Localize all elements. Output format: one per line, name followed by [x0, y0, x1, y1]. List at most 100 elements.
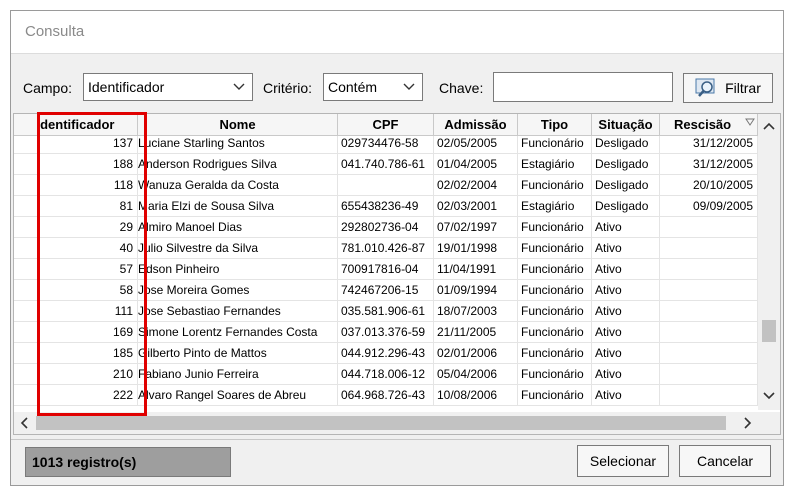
- cell-identificador: 111: [14, 301, 138, 322]
- table-row[interactable]: 58 Jose Moreira Gomes 742467206-15 01/09/19…: [14, 280, 758, 301]
- cell-rescisao: [660, 385, 758, 406]
- cell-nome: Luciane Starling Santos: [138, 136, 338, 154]
- table-row[interactable]: 185 Gilberto Pinto de Mattos 044.912.296-4…: [14, 343, 758, 364]
- cell-identificador: 81: [14, 196, 138, 217]
- cell-tipo: Funcionário: [518, 343, 592, 364]
- cell-admissao: 11/04/1991: [434, 259, 518, 280]
- cell-nome: Maria Elzi de Sousa Silva: [138, 196, 338, 217]
- cell-admissao: 21/11/2005: [434, 322, 518, 343]
- cell-cpf: 044.912.296-43: [338, 343, 434, 364]
- table-row[interactable]: 222 Alvaro Rangel Soares de Abreu 064.968.…: [14, 385, 758, 406]
- table-row[interactable]: 188 Anderson Rodrigues Silva 041.740.786-6…: [14, 154, 758, 175]
- consulta-dialog: Consulta Campo: Identificador Critério: …: [10, 10, 784, 486]
- column-header-tipo[interactable]: Tipo: [518, 114, 592, 135]
- column-header-situacao[interactable]: Situação: [592, 114, 660, 135]
- cell-admissao: 18/07/2003: [434, 301, 518, 322]
- cell-rescisao: [660, 364, 758, 385]
- cell-tipo: Funcionário: [518, 175, 592, 196]
- cell-rescisao: 31/12/2005: [660, 136, 758, 154]
- sort-indicator-icon: [745, 118, 755, 126]
- cell-cpf: 029734476-58: [338, 136, 434, 154]
- divider: [11, 53, 783, 54]
- cell-rescisao: [660, 301, 758, 322]
- cell-tipo: Funcionário: [518, 385, 592, 406]
- grid-rows: 137 Luciane Starling Santos 029734476-58 02…: [14, 136, 758, 406]
- table-row[interactable]: 111 Jose Sebastiao Fernandes 035.581.906-6…: [14, 301, 758, 322]
- table-row[interactable]: 57 Edson Pinheiro 700917816-04 11/04/1991 Fu…: [14, 259, 758, 280]
- cell-situacao: Desligado: [592, 154, 660, 175]
- column-header-rescisao-label: Rescisão: [674, 117, 732, 132]
- cell-identificador: 222: [14, 385, 138, 406]
- cell-identificador: 29: [14, 217, 138, 238]
- campo-select[interactable]: Identificador: [83, 73, 253, 101]
- cell-rescisao: [660, 238, 758, 259]
- chevron-down-icon: [233, 83, 245, 90]
- column-header-admissao[interactable]: Admissão: [434, 114, 518, 135]
- filter-bar: Campo: Identificador Critério: Contém Ch…: [11, 69, 783, 105]
- grid-header: Identificador Nome CPF Admissão Tipo Sit…: [14, 114, 758, 136]
- cell-cpf: 700917816-04: [338, 259, 434, 280]
- results-grid[interactable]: Identificador Nome CPF Admissão Tipo Sit…: [13, 113, 781, 435]
- criterio-label: Critério:: [263, 80, 313, 96]
- chave-input[interactable]: [493, 72, 673, 102]
- cell-situacao: Ativo: [592, 259, 660, 280]
- cell-cpf: [338, 175, 434, 196]
- vertical-scrollbar[interactable]: [758, 114, 780, 410]
- cell-admissao: 02/02/2004: [434, 175, 518, 196]
- cell-identificador: 58: [14, 280, 138, 301]
- cell-situacao: Desligado: [592, 175, 660, 196]
- cell-rescisao: 31/12/2005: [660, 154, 758, 175]
- campo-label: Campo:: [23, 80, 73, 96]
- vertical-scroll-thumb[interactable]: [762, 320, 776, 342]
- table-row[interactable]: 137 Luciane Starling Santos 029734476-58 02…: [14, 136, 758, 154]
- criterio-select[interactable]: Contém: [323, 73, 423, 101]
- cell-nome: Fabiano Junio Ferreira: [138, 364, 338, 385]
- table-row[interactable]: 118 Wanuza Geralda da Costa 02/02/2004 Func…: [14, 175, 758, 196]
- column-header-cpf[interactable]: CPF: [338, 114, 434, 135]
- cell-nome: Simone Lorentz Fernandes Costa: [138, 322, 338, 343]
- column-header-rescisao[interactable]: Rescisão: [660, 114, 758, 135]
- cell-nome: Wanuza Geralda da Costa: [138, 175, 338, 196]
- cell-admissao: 01/04/2005: [434, 154, 518, 175]
- cell-identificador: 57: [14, 259, 138, 280]
- cell-nome: Julio Silvestre da Silva: [138, 238, 338, 259]
- cell-cpf: 035.581.906-61: [338, 301, 434, 322]
- cell-cpf: 742467206-15: [338, 280, 434, 301]
- column-header-identificador[interactable]: Identificador: [14, 114, 138, 135]
- cell-nome: Almiro Manoel Dias: [138, 217, 338, 238]
- cell-admissao: 02/05/2005: [434, 136, 518, 154]
- cell-cpf: 044.718.006-12: [338, 364, 434, 385]
- cell-nome: Anderson Rodrigues Silva: [138, 154, 338, 175]
- table-row[interactable]: 81 Maria Elzi de Sousa Silva 655438236-49 0…: [14, 196, 758, 217]
- chave-label: Chave:: [439, 80, 484, 96]
- criterio-value: Contém: [328, 79, 378, 95]
- table-row[interactable]: 40 Julio Silvestre da Silva 781.010.426-87…: [14, 238, 758, 259]
- cell-rescisao: [660, 259, 758, 280]
- chevron-right-icon[interactable]: [740, 416, 754, 430]
- table-row[interactable]: 29 Almiro Manoel Dias 292802736-04 07/02/19…: [14, 217, 758, 238]
- table-row[interactable]: 169 Simone Lorentz Fernandes Costa 037.013…: [14, 322, 758, 343]
- selecionar-button[interactable]: Selecionar: [577, 445, 669, 477]
- horizontal-scroll-thumb[interactable]: [36, 416, 726, 430]
- filtrar-button[interactable]: Filtrar: [683, 73, 773, 103]
- cell-rescisao: 20/10/2005: [660, 175, 758, 196]
- window-title: Consulta: [25, 23, 85, 40]
- cell-nome: Jose Sebastiao Fernandes: [138, 301, 338, 322]
- cell-cpf: 037.013.376-59: [338, 322, 434, 343]
- chevron-left-icon[interactable]: [18, 416, 32, 430]
- column-header-nome[interactable]: Nome: [138, 114, 338, 135]
- cell-nome: Gilberto Pinto de Mattos: [138, 343, 338, 364]
- cell-admissao: 10/08/2006: [434, 385, 518, 406]
- chevron-up-icon[interactable]: [762, 120, 776, 134]
- cell-identificador: 40: [14, 238, 138, 259]
- chevron-down-icon[interactable]: [762, 388, 776, 402]
- cell-tipo: Funcionário: [518, 280, 592, 301]
- table-row[interactable]: 210 Fabiano Junio Ferreira 044.718.006-12 0…: [14, 364, 758, 385]
- horizontal-scrollbar[interactable]: [14, 412, 758, 434]
- cell-tipo: Funcionário: [518, 259, 592, 280]
- cell-admissao: 02/03/2001: [434, 196, 518, 217]
- cell-situacao: Ativo: [592, 322, 660, 343]
- cancelar-button[interactable]: Cancelar: [679, 445, 771, 477]
- cell-tipo: Funcionário: [518, 238, 592, 259]
- cell-admissao: 02/01/2006: [434, 343, 518, 364]
